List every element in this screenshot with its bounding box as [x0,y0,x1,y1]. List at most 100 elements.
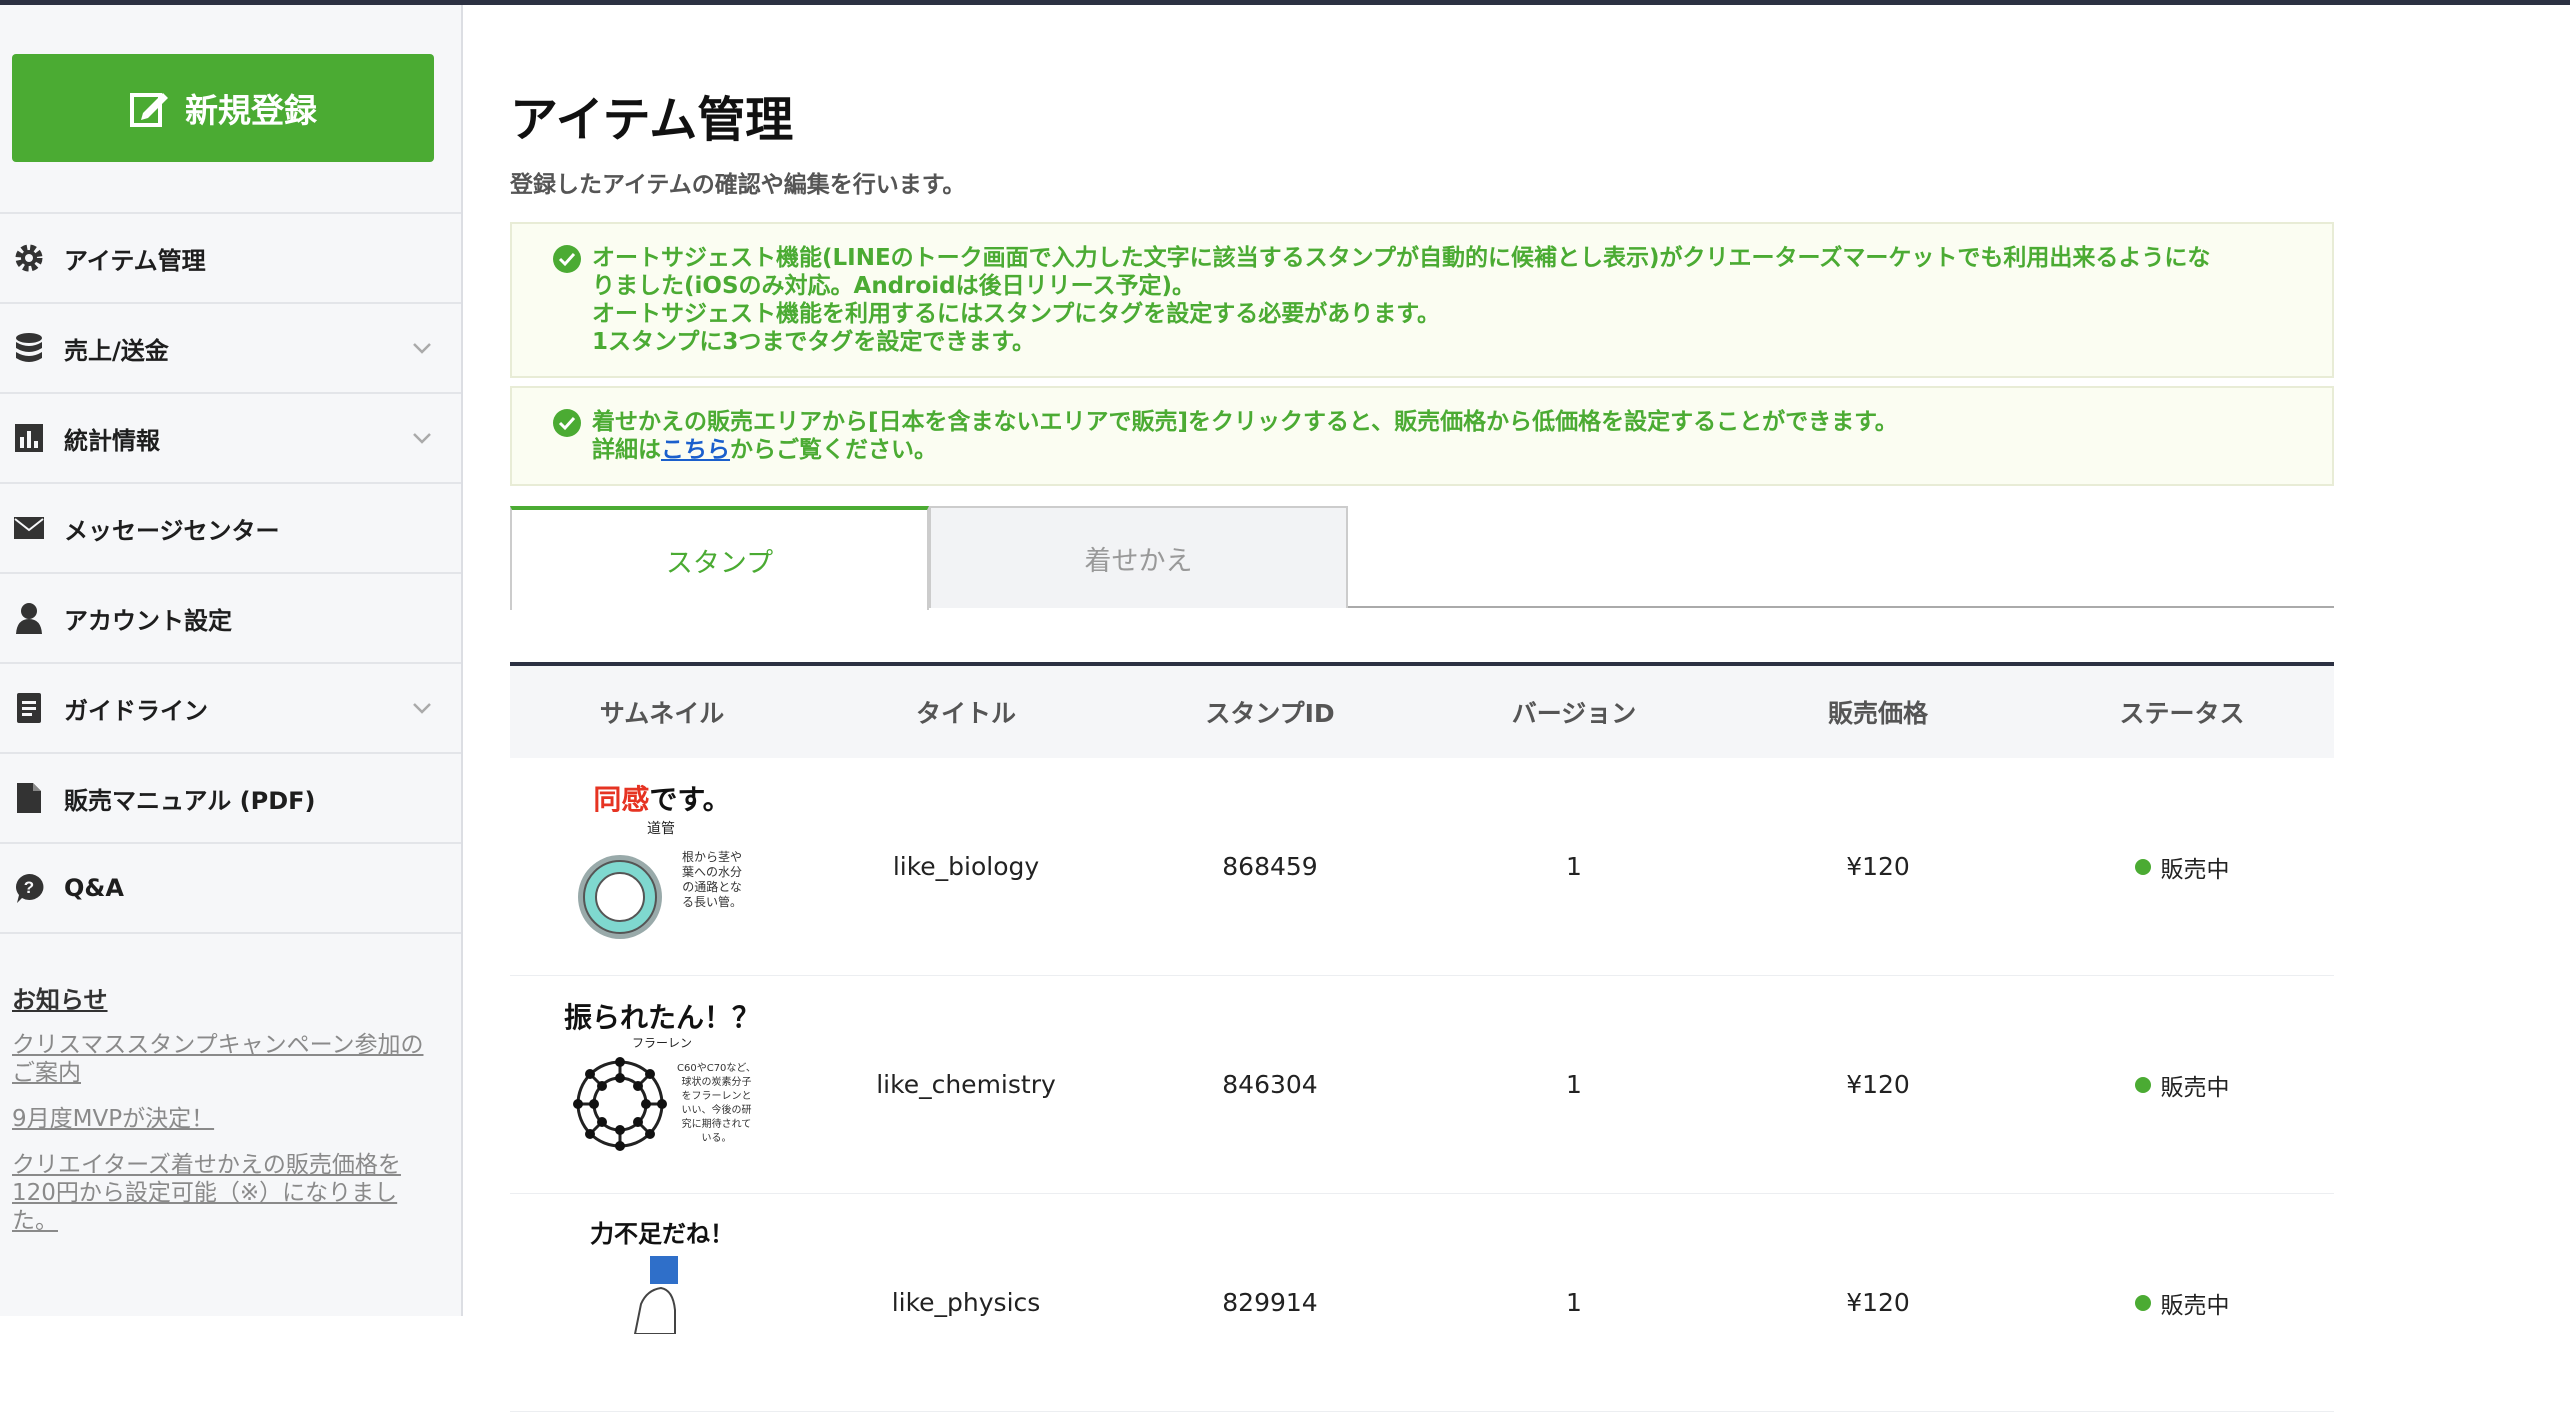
sidebar-item-sales-manual[interactable]: 販売マニュアル (PDF) [0,754,461,844]
hand-with-card-illustration [633,1255,678,1334]
sidebar-item-message-center[interactable]: メッセージセンター [0,484,461,574]
title-cell[interactable]: like_biology [814,852,1118,881]
vessel-illustration [578,854,662,939]
sidebar-item-guidelines[interactable]: ガイドライン [0,664,461,754]
sticker-thumbnail[interactable]: 同感です。 道管 根から茎や 葉への水分 の通路とな る長い管。 [562,772,762,962]
sidebar-item-item-management[interactable]: アイテム管理 [0,214,461,304]
status-dot-icon [2134,1076,2151,1093]
sidebar-item-statistics[interactable]: 統計情報 [0,394,461,484]
notice-text-prefix: 詳細は [592,437,661,463]
status-cell: 販売中 [2030,850,2334,884]
notice-text-suffix: からご覧ください。 [730,437,937,463]
status-badge: 販売中 [2134,1068,2230,1102]
notice-autosuggest: オートサジェスト機能(LINEのトーク画面で入力した文字に該当するスタンプが自動… [510,222,2334,378]
chevron-down-icon [413,703,431,714]
tab-themes[interactable]: 着せかえ [929,506,1348,608]
id-cell: 829914 [1222,1288,1318,1317]
status-cell: 販売中 [2030,1068,2334,1102]
notice-line: 1スタンプに3つまでタグを設定できます。 [592,329,1036,355]
table-header: サムネイル タイトル スタンプID バージョン 販売価格 ステータス [510,666,2334,758]
thumbnail-cell[interactable]: 力不足だね！ [510,1208,814,1398]
column-header: ステータス [2119,699,2245,728]
sticker-note-line: の通路とな [682,879,742,894]
sidebar-item-sales[interactable]: 売上/送金 [0,304,461,394]
column-header: バージョン [1511,699,1637,728]
price-cell: ¥120 [1846,1070,1910,1099]
sidebar-item-label: 統計情報 [64,426,160,455]
sidebar-menu: アイテム管理 売上/送金 統計情報 メッセージセンター アカウント設定 ガイドラ… [0,212,461,934]
column-header: スタンプID [1205,699,1335,728]
sticker-caption: 振られたん！？ [562,996,762,1036]
notice-text: 着せかえの販売エリアから[日本を含まないエリアで販売]をクリックすると、販売価格… [592,408,2282,464]
column-header: 販売価格 [1827,699,1928,728]
column-header: サムネイル [599,699,725,728]
tab-stamps[interactable]: スタンプ [510,506,929,610]
title-cell[interactable]: like_physics [814,1288,1118,1317]
sidebar-item-qa[interactable]: ? Q&A [0,844,461,934]
news-link[interactable]: 9月度MVPが決定！ [12,1105,432,1133]
version-cell: 1 [1566,1070,1582,1099]
sidebar-item-label: ガイドライン [64,696,208,725]
notice-text: オートサジェスト機能(LINEのトーク画面で入力した文字に該当するスタンプが自動… [592,244,2282,356]
envelope-icon [12,511,46,545]
sticker-note: 根から茎や 葉への水分 の通路とな る長い管。 [682,850,742,910]
edit-icon [130,93,168,127]
details-link[interactable]: こちら [661,437,730,463]
notice-line: オートサジェスト機能を利用するにはスタンプにタグを設定する必要があります。 [592,301,1441,327]
notice-line: オートサジェスト機能(LINEのトーク画面で入力した文字に該当するスタンプが自動… [592,245,2211,271]
table-row[interactable]: 振られたん！？ フラーレン C60やC70など、 球状の炭素分子 をフラーレンと… [510,976,2334,1194]
status-dot-icon [2134,858,2151,875]
gear-icon [12,241,46,275]
thumbnail-cell[interactable]: 同感です。 道管 根から茎や 葉への水分 の通路とな る長い管。 [510,772,814,962]
sticker-caption: 力不足だね！ [562,1214,762,1249]
sidebar-item-label: 販売マニュアル (PDF) [64,786,316,815]
tab-bar: スタンプ 着せかえ [510,506,2334,610]
table-row[interactable]: 同感です。 道管 根から茎や 葉への水分 の通路とな る長い管。 like_bi… [510,758,2334,976]
notice-line: 詳細はこちらからご覧ください。 [592,436,2282,464]
sticker-thumbnail[interactable]: 振られたん！？ フラーレン C60やC70など、 球状の炭素分子 をフラーレンと… [562,990,762,1180]
sticker-note: C60やC70など、 球状の炭素分子 をフラーレンと いい、今後の研 究に期待さ… [677,1062,756,1146]
news-section: お知らせ クリスマススタンプキャンペーン参加のご案内 9月度MVPが決定！ クリ… [12,980,432,1253]
news-link[interactable]: クリスマススタンプキャンペーン参加のご案内 [12,1031,432,1087]
sticker-note-line: いい、今後の研 [681,1104,752,1116]
check-circle-icon [553,245,581,273]
database-icon [12,331,46,365]
notice-line: りました(iOSのみ対応。Androidは後日リリース予定)。 [592,273,1196,299]
news-link[interactable]: クリエイターズ着せかえの販売価格を120円から設定可能（※）になりました。 [12,1151,432,1235]
status-dot-icon [2134,1294,2151,1311]
status-cell: 販売中 [2030,1286,2334,1320]
sticker-caption-text: 力不足だね！ [590,1219,734,1248]
price-cell: ¥120 [1846,1288,1910,1317]
id-cell: 868459 [1222,852,1318,881]
sticker-note-line: いる。 [701,1132,732,1144]
table-row[interactable]: 力不足だね！ like_physics 829914 1 ¥120 販売中 [510,1194,2334,1412]
sidebar: 新規登録 アイテム管理 売上/送金 統計情報 メッセージセンター アカウント設定… [0,5,463,1316]
sticker-note-line: る長い管。 [682,894,743,909]
id-cell: 846304 [1222,1070,1318,1099]
question-bubble-icon: ? [12,871,46,905]
sidebar-item-account-settings[interactable]: アカウント設定 [0,574,461,664]
new-registration-button[interactable]: 新規登録 [12,54,434,162]
notice-theme-price: 着せかえの販売エリアから[日本を含まないエリアで販売]をクリックすると、販売価格… [510,386,2334,486]
file-icon [12,781,46,815]
thumbnail-cell[interactable]: 振られたん！？ フラーレン C60やC70など、 球状の炭素分子 をフラーレンと… [510,990,814,1180]
sticker-subtitle: 道管 [647,820,675,837]
status-text: 販売中 [2160,1292,2230,1319]
status-text: 販売中 [2160,856,2230,883]
notice-line: 着せかえの販売エリアから[日本を含まないエリアで販売]をクリックすると、販売価格… [592,409,1898,435]
user-icon [12,601,46,635]
sticker-note-line: 根から茎や [682,849,743,864]
sidebar-item-label: メッセージセンター [64,516,280,545]
sticker-thumbnail[interactable]: 力不足だね！ [562,1208,762,1398]
check-circle-icon [553,409,581,437]
sticker-caption-red: 同感 [593,782,650,816]
column-header: タイトル [915,699,1016,728]
page-description: 登録したアイテムの確認や編集を行います。 [510,172,966,198]
sticker-note-line: 葉への水分 [682,864,743,879]
status-text: 販売中 [2160,1074,2230,1101]
sidebar-item-label: Q&A [64,874,124,902]
title-cell[interactable]: like_chemistry [814,1070,1118,1099]
bar-chart-icon [12,421,46,455]
fullerene-illustration [573,1056,667,1151]
news-title[interactable]: お知らせ [12,980,432,1015]
